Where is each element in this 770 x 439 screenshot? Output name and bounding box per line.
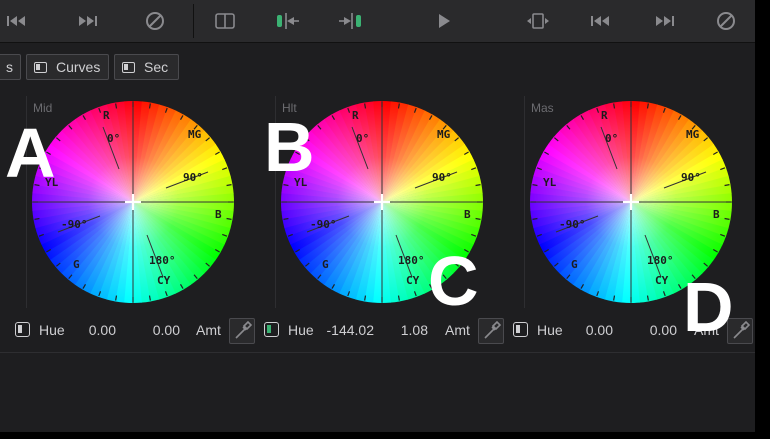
midtones-color-wheel[interactable]: RMGYLBGCY0°90°-90°180° [27, 96, 261, 308]
divider-line [0, 352, 755, 353]
wheel-marking: G [322, 258, 329, 271]
eyedropper-button[interactable] [229, 318, 255, 344]
wheel-label: Mid [33, 101, 53, 115]
wheel-label: Mas [531, 101, 554, 115]
tick-mark [34, 217, 40, 220]
tick-mark [613, 295, 616, 301]
wheel-marking: G [73, 258, 80, 271]
wheel-marking: 180° [647, 254, 674, 267]
wheel-marking: R [601, 109, 608, 122]
annotation-letter-a: A [5, 114, 56, 192]
mark-in-icon[interactable] [275, 11, 301, 31]
color-wheels-window: s Curves Sec Mid R MG YL B G CY 0° 90° -90° 180° … [0, 0, 755, 432]
eyedropper-button[interactable] [478, 318, 504, 344]
tick-mark [532, 217, 538, 220]
wheel-marking: 90° [681, 171, 701, 184]
tab-sec[interactable]: Sec [114, 54, 179, 80]
tab-label: s [6, 59, 13, 75]
midtones-wheel-panel: Mid R MG YL B G CY 0° 90° -90° 180° [26, 96, 261, 308]
toolbar-divider [193, 4, 194, 38]
fast-forward-icon[interactable] [651, 11, 677, 31]
wheel-marking: R [352, 109, 359, 122]
tick-mark [115, 295, 118, 301]
tick-mark [283, 217, 289, 220]
tick-mark [646, 295, 649, 301]
wheel-marking: CY [655, 274, 669, 287]
fast-forward-icon[interactable] [74, 11, 100, 31]
disable-icon[interactable] [142, 11, 168, 31]
tab-bar: s Curves Sec [0, 54, 755, 80]
play-icon[interactable] [431, 11, 457, 31]
hue-value-field[interactable]: 0.00 [60, 322, 116, 338]
hue-enable-checkbox[interactable] [264, 322, 279, 337]
eyedropper-icon [235, 320, 253, 339]
tab-curves[interactable]: Curves [26, 54, 109, 80]
wheel-marking: MG [437, 128, 451, 141]
rewind-icon[interactable] [4, 11, 30, 31]
tick-mark [364, 103, 367, 109]
hue-label: Hue [288, 322, 314, 338]
wheel-marking: -90° [559, 218, 586, 231]
tick-mark [475, 217, 481, 220]
tick-mark [724, 217, 730, 220]
hue-amount-controls: Hue 0.00 0.00 Amt Hue -144.02 1.08 Amt H… [0, 316, 755, 344]
wheel-marking: 0° [107, 132, 120, 145]
hue-enable-checkbox[interactable] [15, 322, 30, 337]
tick-mark [613, 103, 616, 109]
wheel-marking: -90° [61, 218, 88, 231]
wheel-marking: YL [543, 176, 557, 189]
wheel-marking: MG [188, 128, 202, 141]
wheel-marking: CY [157, 274, 171, 287]
tick-mark [475, 184, 481, 187]
wheel-marking: R [103, 109, 110, 122]
tab-toggle-icon [122, 61, 135, 73]
transport-toolbar [0, 0, 755, 43]
annotation-letter-b: B [264, 108, 315, 186]
wheel-marking: 90° [183, 171, 203, 184]
amount-value-field[interactable]: 1.08 [372, 322, 428, 338]
wheel-marking: -90° [310, 218, 337, 231]
tab-label: Curves [56, 59, 101, 75]
eyedropper-icon [484, 320, 502, 339]
mark-out-icon[interactable] [338, 11, 364, 31]
tick-mark [226, 217, 232, 220]
tab-previous[interactable]: s [0, 54, 21, 80]
rewind-icon[interactable] [588, 11, 614, 31]
tick-mark [532, 184, 538, 187]
amount-value-field[interactable]: 0.00 [124, 322, 180, 338]
tick-mark [646, 103, 649, 109]
wheel-marking: 180° [149, 254, 176, 267]
loop-icon[interactable] [525, 11, 551, 31]
hue-enable-checkbox[interactable] [513, 322, 528, 337]
tab-toggle-icon [34, 61, 47, 73]
wheel-marking: CY [406, 274, 420, 287]
wheel-marking: B [464, 208, 471, 221]
tick-mark [148, 103, 151, 109]
amount-value-field[interactable]: 0.00 [621, 322, 677, 338]
amount-label: Amt [445, 322, 470, 338]
hue-value-field[interactable]: 0.00 [557, 322, 613, 338]
wheel-marking: 180° [398, 254, 425, 267]
tick-mark [364, 295, 367, 301]
wheel-marking: G [571, 258, 578, 271]
disable-icon[interactable] [713, 11, 739, 31]
tick-mark [724, 184, 730, 187]
annotation-letter-c: C [428, 242, 479, 320]
amount-label: Amt [196, 322, 221, 338]
annotation-letter-d: D [683, 268, 734, 346]
wheel-marking: B [215, 208, 222, 221]
tick-mark [226, 184, 232, 187]
split-view-icon[interactable] [212, 11, 238, 31]
wheel-marking: 90° [432, 171, 452, 184]
tab-label: Sec [144, 59, 169, 75]
wheel-marking: 0° [356, 132, 369, 145]
hue-value-field[interactable]: -144.02 [318, 322, 374, 338]
tick-mark [397, 295, 400, 301]
tick-mark [397, 103, 400, 109]
wheel-marking: 0° [605, 132, 618, 145]
tick-mark [115, 103, 118, 109]
wheel-marking: MG [686, 128, 700, 141]
tick-mark [148, 295, 151, 301]
wheel-marking: B [713, 208, 720, 221]
